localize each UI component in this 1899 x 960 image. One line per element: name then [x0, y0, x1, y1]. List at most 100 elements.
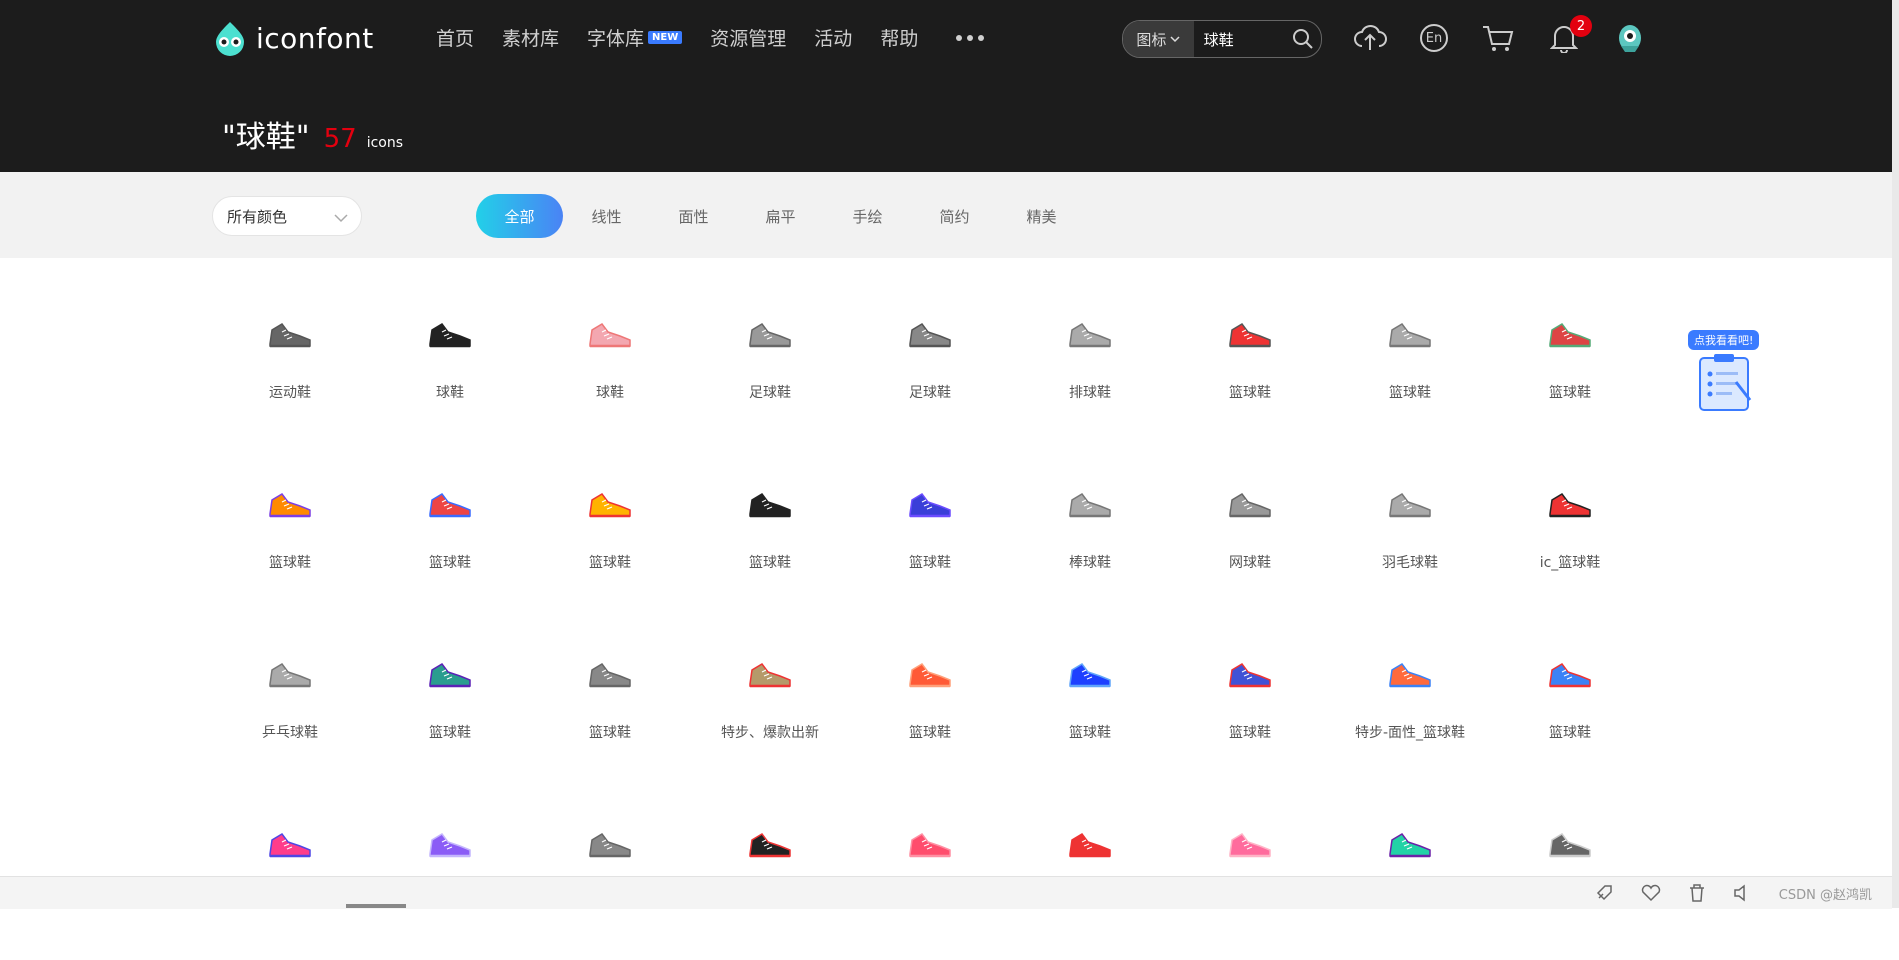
language-icon[interactable]: En	[1416, 20, 1452, 56]
more-icon[interactable]	[956, 34, 985, 41]
sneaker-icon	[1045, 640, 1135, 710]
icon-card[interactable]: 篮球鞋	[210, 470, 370, 620]
search-input[interactable]	[1193, 29, 1286, 49]
icon-card[interactable]: 篮球鞋	[1330, 300, 1490, 450]
sneaker-icon	[725, 470, 815, 540]
sneaker-icon	[885, 640, 975, 710]
icon-card-label: 篮球鞋	[1549, 725, 1591, 741]
trash-icon[interactable]	[1689, 884, 1705, 902]
icon-card[interactable]: 特步、爆款出新	[690, 640, 850, 790]
tab-flat[interactable]: 扁平	[737, 194, 824, 238]
sneaker-icon	[885, 300, 975, 370]
sneaker-icon	[245, 300, 335, 370]
icon-card[interactable]: 篮球鞋	[850, 640, 1010, 790]
heart-icon[interactable]	[1641, 884, 1661, 902]
new-badge: NEW	[648, 31, 683, 44]
sneaker-icon	[565, 470, 655, 540]
icon-card-label: 球鞋	[436, 385, 464, 401]
icon-card-label: 篮球鞋	[1389, 385, 1431, 401]
rocket-icon[interactable]	[1595, 884, 1613, 902]
color-filter-select[interactable]: 所有颜色	[212, 196, 362, 236]
nav-resources[interactable]: 资源管理	[710, 24, 786, 51]
sneaker-icon	[405, 810, 495, 880]
icon-card[interactable]: 篮球鞋	[850, 470, 1010, 620]
sneaker-icon	[1365, 810, 1455, 880]
icon-card[interactable]: 足球鞋	[850, 300, 1010, 450]
tab-all[interactable]: 全部	[476, 194, 563, 238]
icon-card[interactable]: 乒乓球鞋	[210, 640, 370, 790]
sneaker-icon	[725, 640, 815, 710]
icon-card-label: 篮球鞋	[429, 725, 471, 741]
nav-help[interactable]: 帮助	[880, 24, 918, 51]
cart-icon[interactable]	[1480, 20, 1516, 56]
tab-linear[interactable]: 线性	[563, 194, 650, 238]
brand-name: iconfont	[256, 21, 374, 55]
iconfont-logo-icon	[216, 22, 244, 56]
icon-card-label: 篮球鞋	[269, 555, 311, 571]
promo-widget[interactable]: 点我看看吧!	[1686, 330, 1762, 414]
icon-card[interactable]: 篮球鞋	[370, 640, 530, 790]
icon-card[interactable]: 篮球鞋	[1170, 300, 1330, 450]
notification-badge: 2	[1570, 15, 1592, 37]
icon-card[interactable]: 篮球鞋	[690, 470, 850, 620]
icon-card-label: ic_篮球鞋	[1539, 555, 1601, 571]
icon-card[interactable]: 排球鞋	[1010, 300, 1170, 450]
sneaker-icon	[245, 810, 335, 880]
icon-card[interactable]: 篮球鞋	[530, 640, 690, 790]
sneaker-icon	[245, 640, 335, 710]
speaker-icon[interactable]	[1733, 884, 1751, 902]
icon-card-label: 足球鞋	[909, 385, 951, 401]
icon-card-label: 足球鞋	[749, 385, 791, 401]
nav-materials[interactable]: 素材库	[502, 24, 559, 51]
tab-solid[interactable]: 面性	[650, 194, 737, 238]
brand-logo[interactable]: iconfont	[212, 18, 374, 58]
nav-fonts[interactable]: 字体库 NEW	[587, 24, 683, 51]
icon-card[interactable]: 篮球鞋	[1490, 300, 1650, 450]
icon-card-label: 篮球鞋	[589, 555, 631, 571]
sneaker-icon	[885, 810, 975, 880]
nav-fonts-label: 字体库	[587, 28, 645, 50]
icon-card[interactable]: 篮球鞋	[370, 470, 530, 620]
tab-exquisite[interactable]: 精美	[998, 194, 1085, 238]
clipboard-icon	[1699, 354, 1752, 411]
icon-card[interactable]: 篮球鞋	[1010, 640, 1170, 790]
nav-home[interactable]: 首页	[436, 24, 474, 51]
sneaker-icon	[1205, 640, 1295, 710]
sneaker-icon	[405, 470, 495, 540]
main-nav: 首页 素材库 字体库 NEW 资源管理 活动 帮助	[436, 24, 985, 51]
icon-card[interactable]: 篮球鞋	[530, 470, 690, 620]
result-count: 57	[323, 124, 357, 154]
user-avatar[interactable]	[1612, 20, 1648, 56]
horizontal-scroll-thumb[interactable]	[346, 904, 406, 908]
search-type-select[interactable]: 图标	[1123, 21, 1194, 57]
nav-events[interactable]: 活动	[814, 24, 852, 51]
search-type-label: 图标	[1136, 30, 1167, 49]
search-box: 图标	[1122, 20, 1322, 58]
language-label: En	[1425, 30, 1443, 46]
icon-card[interactable]: 网球鞋	[1170, 470, 1330, 620]
color-filter-label: 所有颜色	[227, 207, 288, 226]
sneaker-icon	[1205, 470, 1295, 540]
icon-card-label: 篮球鞋	[1069, 725, 1111, 741]
icon-card[interactable]: 棒球鞋	[1010, 470, 1170, 620]
icon-card[interactable]: 运动鞋	[210, 300, 370, 450]
icon-card[interactable]: 球鞋	[370, 300, 530, 450]
icon-card[interactable]: 足球鞋	[690, 300, 850, 450]
icon-card[interactable]: 羽毛球鞋	[1330, 470, 1490, 620]
search-icon[interactable]	[1286, 21, 1321, 57]
watermark-text: CSDN @赵鸿凯	[1778, 887, 1872, 903]
icon-card[interactable]: 特步-面性_篮球鞋	[1330, 640, 1490, 790]
upload-icon[interactable]	[1352, 20, 1388, 56]
sneaker-icon	[565, 810, 655, 880]
sneaker-icon	[1525, 300, 1615, 370]
icon-card[interactable]: ic_篮球鞋	[1490, 470, 1650, 620]
page-right-edge	[1892, 0, 1899, 908]
tab-handdrawn[interactable]: 手绘	[824, 194, 911, 238]
icon-card[interactable]: 球鞋	[530, 300, 690, 450]
tab-simple[interactable]: 简约	[911, 194, 998, 238]
notification-bell-icon[interactable]: 2	[1546, 15, 1592, 56]
icon-card[interactable]: 篮球鞋	[1490, 640, 1650, 790]
icon-card-label: 运动鞋	[269, 385, 311, 401]
sneaker-icon	[1045, 300, 1135, 370]
icon-card[interactable]: 篮球鞋	[1170, 640, 1330, 790]
